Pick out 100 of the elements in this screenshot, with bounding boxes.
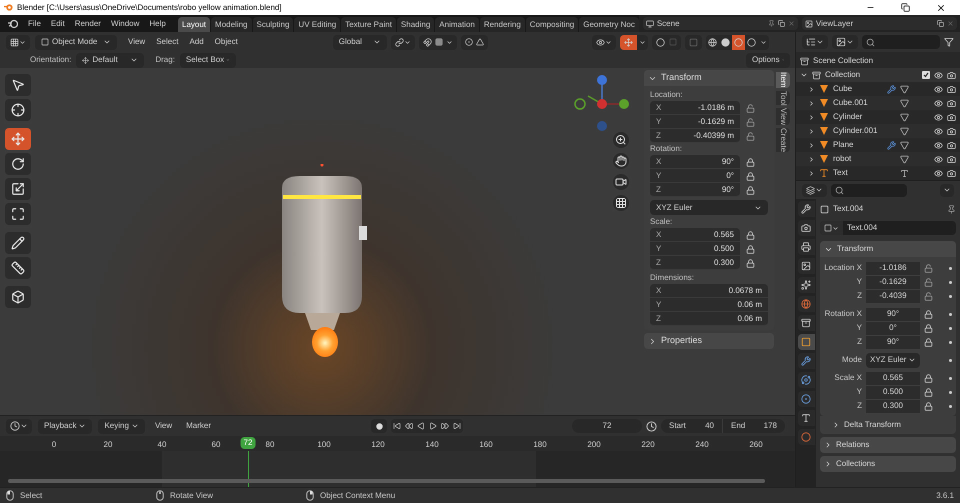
panel-header[interactable]: Transform	[644, 70, 774, 86]
outliner-item[interactable]: Cube	[833, 83, 883, 95]
editor-type-button[interactable]	[802, 184, 827, 196]
snap-button[interactable]	[418, 34, 457, 50]
start-frame-field[interactable]: Start 40	[661, 419, 723, 433]
number-field[interactable]: 90°	[866, 336, 920, 348]
world-tab[interactable]	[798, 296, 814, 312]
modifiers-tab[interactable]	[798, 353, 814, 369]
number-field[interactable]: Y 0.500	[650, 242, 740, 256]
camera-icon[interactable]	[947, 70, 956, 80]
workspace-tab[interactable]: Rendering	[480, 17, 525, 32]
workspace-tab[interactable]: Sculpting	[252, 17, 294, 32]
unlock-icon[interactable]	[924, 278, 933, 286]
number-field[interactable]: -0.1629	[866, 276, 920, 288]
subpanel-header[interactable]: Delta Transform	[820, 416, 956, 434]
outliner-item[interactable]: Text	[833, 167, 883, 179]
number-field[interactable]: Y 0°	[650, 169, 740, 183]
scale-tool[interactable]	[5, 178, 31, 200]
add-cube-tool[interactable]	[5, 286, 31, 308]
options-dropdown[interactable]: Options	[746, 52, 790, 68]
menu-item[interactable]: Marker	[182, 420, 216, 432]
render-tab[interactable]	[798, 220, 814, 236]
panel-header[interactable]: Collections	[820, 456, 956, 472]
camera-icon[interactable]	[947, 168, 956, 178]
workspace-tab[interactable]: Layout	[178, 17, 210, 32]
lock-icon[interactable]	[924, 374, 933, 382]
sidebar-tab[interactable]: Create	[776, 128, 790, 152]
lock-icon[interactable]	[924, 310, 933, 318]
material-preview-button[interactable]	[732, 34, 745, 50]
number-field[interactable]: X 90°	[650, 155, 740, 169]
menu-item[interactable]: File	[28, 18, 41, 30]
zoom-icon[interactable]	[613, 132, 629, 148]
stopwatch-icon[interactable]	[646, 420, 657, 432]
lock-icon[interactable]	[746, 186, 755, 194]
panel-header[interactable]: Relations	[820, 437, 956, 453]
menu-item[interactable]: Render	[74, 18, 101, 30]
select-tool[interactable]	[5, 74, 31, 96]
tool-tab[interactable]	[798, 201, 814, 217]
number-field[interactable]: Z 0.06 m	[650, 312, 768, 326]
overlay-button[interactable]	[652, 34, 681, 50]
move-tool[interactable]	[5, 128, 31, 150]
menu-item[interactable]: View	[150, 420, 176, 432]
workspace-tab[interactable]: Animation	[435, 17, 479, 32]
viewport-background[interactable]: Transform Location: X -1.0186 m Y -0.1629 m Z -0.40399 m Rotation: X 90° Y 0° Z 90° XYZ Euler Scale: X 0.565 Y 0.500 Z 0.300 Dimensions: X 0.0678 m Y 0.06 m Z 0.06 m Properties Item Tool View Create	[0, 68, 795, 415]
mode-dropdown[interactable]: Object Mode	[35, 34, 117, 50]
lock-icon[interactable]	[746, 230, 755, 240]
measure-tool[interactable]	[5, 257, 31, 279]
lock-icon[interactable]	[746, 158, 755, 166]
number-field[interactable]: Y -0.1629 m	[650, 115, 740, 129]
checkbox[interactable]	[922, 71, 930, 79]
menu-item[interactable]: Edit	[50, 18, 65, 30]
number-field[interactable]: 90°	[866, 308, 920, 320]
display-mode-button[interactable]	[802, 35, 828, 49]
eye-icon[interactable]	[934, 84, 943, 94]
lock-icon[interactable]	[746, 258, 755, 268]
scene-tab[interactable]	[798, 277, 814, 293]
menu-item[interactable]: Add	[189, 36, 204, 48]
menu-item[interactable]: Help	[149, 18, 166, 30]
camera-icon[interactable]	[947, 140, 956, 150]
particles-tab[interactable]	[798, 372, 814, 388]
current-frame-field[interactable]: 72	[572, 419, 642, 433]
outliner-item[interactable]: Cylinder	[833, 111, 883, 123]
scene-field[interactable]: Scene	[642, 17, 798, 30]
workspace-tab[interactable]: UV Editing	[294, 17, 340, 32]
number-field[interactable]: X -1.0186 m	[650, 101, 740, 115]
axis-gizmo-drawing[interactable]	[574, 74, 630, 132]
menu-item[interactable]: Window	[110, 18, 140, 30]
unlock-icon[interactable]	[746, 118, 755, 126]
eye-icon[interactable]	[934, 126, 943, 136]
data-type-button[interactable]	[820, 221, 843, 235]
camera-icon[interactable]	[947, 98, 956, 108]
outliner-item[interactable]: Scene Collection	[813, 55, 874, 67]
rotation-mode-dropdown[interactable]: XYZ Euler	[650, 200, 768, 215]
menu-item[interactable]: View	[128, 36, 146, 48]
camera-icon[interactable]	[947, 126, 956, 136]
workspace-tab[interactable]: Texture Paint	[341, 17, 396, 32]
eye-icon[interactable]	[934, 70, 943, 80]
outliner-item[interactable]: Plane	[833, 139, 883, 151]
view-layer-tab[interactable]	[798, 258, 814, 274]
number-field[interactable]: -0.4039	[866, 290, 920, 302]
lock-icon[interactable]	[746, 244, 755, 254]
restore-icon[interactable]	[901, 3, 910, 12]
editor-type-button[interactable]	[6, 418, 32, 434]
orientation-dropdown[interactable]: Global	[332, 34, 387, 50]
number-field[interactable]: Z 90°	[650, 183, 740, 197]
number-field[interactable]: 0.565	[866, 372, 920, 384]
number-field[interactable]: 0.300	[866, 400, 920, 412]
collection-tab[interactable]	[798, 315, 814, 331]
camera-icon[interactable]	[613, 174, 629, 190]
object-tab[interactable]	[798, 334, 814, 350]
scrollbar[interactable]	[8, 479, 765, 483]
workspace-tab[interactable]: Modeling	[211, 17, 252, 32]
outliner-item[interactable]: Collection	[825, 69, 860, 81]
orientation-dropdown[interactable]: Default	[76, 52, 144, 68]
number-field[interactable]: Y 0.06 m	[650, 298, 768, 312]
gizmo-button[interactable]	[620, 34, 648, 50]
search-field[interactable]	[862, 35, 940, 49]
lock-icon[interactable]	[924, 338, 933, 346]
number-field[interactable]: X 0.565	[650, 228, 740, 242]
camera-icon[interactable]	[947, 84, 956, 94]
